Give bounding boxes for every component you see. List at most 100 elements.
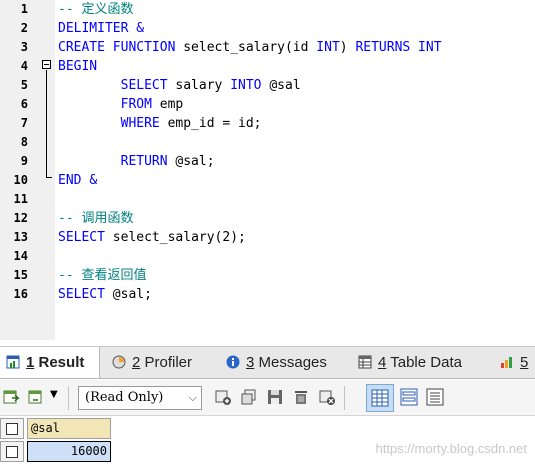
code-line[interactable]: 14 bbox=[0, 247, 535, 266]
column-header-sal[interactable]: @sal bbox=[27, 418, 111, 439]
tab-table-data-label: Table Data bbox=[386, 354, 462, 371]
line-number: 2 bbox=[20, 21, 28, 35]
form-view-icon[interactable] bbox=[400, 388, 418, 406]
sql-keyword: FROM bbox=[58, 97, 160, 112]
sql-keyword: & bbox=[136, 21, 145, 36]
sql-token: ) bbox=[339, 40, 356, 55]
code-line[interactable]: 9 RETURN @sal; bbox=[0, 152, 535, 171]
line-number: 8 bbox=[20, 135, 28, 149]
row-select-cell[interactable] bbox=[0, 441, 24, 462]
line-number: 15 bbox=[13, 268, 28, 282]
read-mode-select[interactable]: (Read Only) ⌵ bbox=[78, 386, 202, 410]
line-number: 10 bbox=[13, 173, 28, 187]
code-text: BEGIN bbox=[58, 57, 97, 76]
sql-token: @sal bbox=[269, 78, 301, 93]
sql-keyword: END bbox=[58, 173, 90, 188]
code-line[interactable]: 2 DELIMITER & bbox=[0, 19, 535, 38]
line-number: 4 bbox=[20, 59, 28, 73]
code-text: WHERE emp_id = id; bbox=[58, 114, 262, 133]
code-text: CREATE FUNCTION select_salary(id INT) RE… bbox=[58, 38, 442, 57]
text-view-icon[interactable] bbox=[426, 388, 444, 406]
tab-profiler-label: Profiler bbox=[140, 354, 193, 371]
code-line[interactable]: 11 bbox=[0, 190, 535, 209]
code-text: DELIMITER & bbox=[58, 19, 144, 38]
line-number: 5 bbox=[20, 78, 28, 92]
info-chart-icon bbox=[501, 357, 512, 368]
code-text: FROM emp bbox=[58, 95, 184, 114]
sql-editor[interactable]: 1 -- 定义函数 2 DELIMITER & 3 CREATE FUNCTION sel… bbox=[0, 0, 535, 340]
sql-keyword: INT bbox=[316, 40, 340, 55]
table-icon bbox=[358, 355, 372, 369]
code-line[interactable]: 3 CREATE FUNCTION select_salary(id INT) R… bbox=[0, 38, 535, 57]
line-number: 16 bbox=[13, 287, 28, 301]
save-icon[interactable] bbox=[266, 388, 284, 406]
result-grid-icon bbox=[6, 355, 20, 369]
duplicate-row-icon[interactable] bbox=[240, 388, 258, 406]
sql-comment: -- 调用函数 bbox=[58, 211, 134, 226]
cancel-changes-icon[interactable] bbox=[318, 388, 336, 406]
tab-result[interactable]: 1 Result bbox=[0, 347, 100, 378]
line-number: 13 bbox=[13, 230, 28, 244]
code-text: RETURN @sal; bbox=[58, 152, 215, 171]
sql-token: select_salary(2); bbox=[112, 230, 246, 245]
line-number: 6 bbox=[20, 97, 28, 111]
import-dropdown-icon[interactable]: ▼ bbox=[50, 389, 58, 400]
sql-comment: -- 定义函数 bbox=[58, 2, 134, 17]
sql-keyword: RETURN bbox=[58, 154, 176, 169]
import-icon[interactable] bbox=[27, 388, 45, 406]
code-text: SELECT @sal; bbox=[58, 285, 152, 304]
code-text: -- 调用函数 bbox=[58, 209, 133, 228]
tab-info[interactable]: 5 bbox=[500, 347, 528, 378]
select-all-checkbox[interactable] bbox=[6, 423, 18, 435]
code-line[interactable]: 5 SELECT salary INTO @sal bbox=[0, 76, 535, 95]
info-icon bbox=[226, 355, 240, 369]
tab-messages[interactable]: 3 Messages bbox=[226, 347, 327, 378]
sql-keyword: WHERE bbox=[58, 116, 168, 131]
tab-info-number: 5 bbox=[520, 354, 529, 371]
tab-profiler[interactable]: 2 Profiler bbox=[112, 347, 192, 378]
select-all-cell[interactable] bbox=[0, 418, 24, 439]
sql-keyword: CREATE FUNCTION bbox=[58, 40, 184, 55]
delete-icon[interactable] bbox=[292, 388, 310, 406]
code-text: -- 查看返回值 bbox=[58, 266, 146, 285]
export-icon[interactable] bbox=[2, 388, 20, 406]
code-line[interactable]: 16 SELECT @sal; bbox=[0, 285, 535, 304]
sql-token: @sal; bbox=[112, 287, 152, 302]
read-mode-value: (Read Only) bbox=[85, 390, 164, 405]
code-line[interactable]: 4 BEGIN bbox=[0, 57, 535, 76]
add-row-icon[interactable] bbox=[214, 388, 232, 406]
sql-keyword: BEGIN bbox=[58, 59, 98, 74]
sql-token: @sal; bbox=[175, 154, 215, 169]
tab-messages-label: Messages bbox=[254, 354, 327, 371]
sql-token: salary bbox=[175, 78, 231, 93]
value-cell-sal[interactable]: 16000 bbox=[27, 441, 111, 462]
grid-view-button[interactable] bbox=[366, 384, 394, 412]
code-line[interactable]: 8 bbox=[0, 133, 535, 152]
chevron-down-icon: ⌵ bbox=[188, 391, 197, 404]
row-checkbox[interactable] bbox=[6, 446, 18, 458]
code-line[interactable]: 13 SELECT select_salary(2); bbox=[0, 228, 535, 247]
code-text: -- 定义函数 bbox=[58, 0, 133, 19]
code-text: SELECT salary INTO @sal bbox=[58, 76, 301, 95]
profiler-icon bbox=[112, 355, 126, 369]
line-number: 9 bbox=[20, 154, 28, 168]
column-header-label: @sal bbox=[31, 421, 60, 435]
line-number: 12 bbox=[13, 211, 28, 225]
tab-table-data[interactable]: 4 Table Data bbox=[358, 347, 462, 378]
code-line[interactable]: 1 -- 定义函数 bbox=[0, 0, 535, 19]
code-line[interactable]: 7 WHERE emp_id = id; bbox=[0, 114, 535, 133]
code-line[interactable]: 10 END & bbox=[0, 171, 535, 190]
line-number: 1 bbox=[20, 2, 28, 16]
code-line[interactable]: 12 -- 调用函数 bbox=[0, 209, 535, 228]
sql-keyword: INTO bbox=[230, 78, 270, 93]
result-toolbar: ▼ (Read Only) ⌵ bbox=[0, 380, 535, 416]
sql-keyword: DELIMITER bbox=[58, 21, 137, 36]
sql-token: emp_id = id; bbox=[167, 116, 262, 131]
sql-token: select_salary(id bbox=[183, 40, 317, 55]
toolbar-separator bbox=[344, 386, 345, 410]
code-line[interactable]: 6 FROM emp bbox=[0, 95, 535, 114]
line-number: 7 bbox=[20, 116, 28, 130]
code-line[interactable]: 15 -- 查看返回值 bbox=[0, 266, 535, 285]
sql-keyword: & bbox=[89, 173, 98, 188]
sql-keyword: RETURNS INT bbox=[355, 40, 442, 55]
